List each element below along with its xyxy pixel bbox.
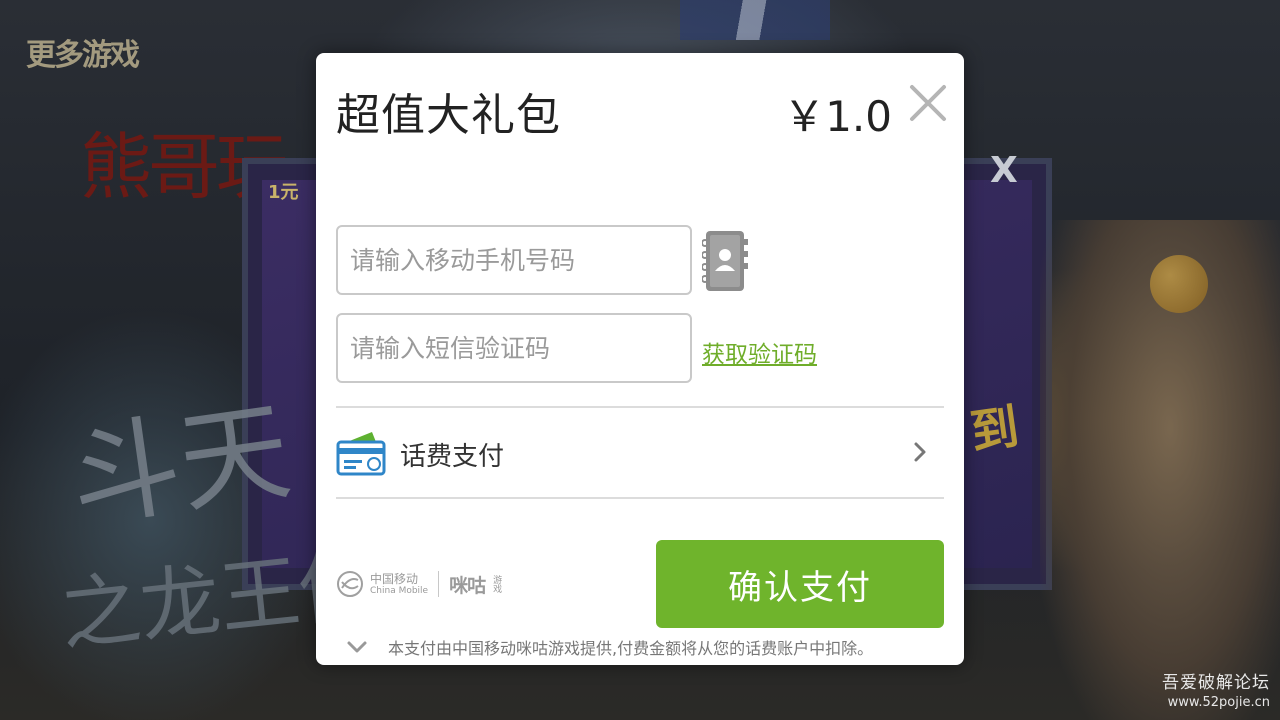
chevron-right-icon <box>912 438 930 466</box>
brand-logos: 中国移动 China Mobile 咪咕 游戏 <box>336 569 502 599</box>
background-decoration <box>680 0 830 40</box>
china-mobile-en: China Mobile <box>370 585 429 596</box>
phone-field[interactable] <box>336 225 692 295</box>
close-icon[interactable] <box>908 83 948 123</box>
contacts-book-icon[interactable] <box>701 229 750 293</box>
watermark: 吾爱破解论坛 www.52pojie.cn <box>1162 668 1270 710</box>
china-mobile-zh: 中国移动 <box>370 571 419 586</box>
get-code-link[interactable]: 获取验证码 <box>702 335 817 369</box>
background-panel-price: 1元 <box>268 182 299 203</box>
payment-method-label: 话费支付 <box>400 442 505 472</box>
china-mobile-text: 中国移动 China Mobile <box>370 573 428 596</box>
payment-disclaimer: 本支付由中国移动咪咕游戏提供,付费金额将从您的话费账户中扣除。 <box>388 639 874 658</box>
dialog-title: 超值大礼包 <box>336 90 561 141</box>
migu-logo-subtext: 游戏 <box>491 575 502 593</box>
more-games-button[interactable]: 更多游戏 <box>26 30 140 74</box>
background-logo-top: 斗天 <box>62 386 298 544</box>
background-banner-text: 到 <box>967 398 1023 462</box>
payment-method-row[interactable]: 话费支付 <box>336 408 944 497</box>
watermark-url: www.52pojie.cn <box>1167 695 1270 710</box>
payment-dialog: 超值大礼包 ￥1.0 获取验证码 <box>316 53 964 665</box>
dialog-price: ￥1.0 <box>783 92 892 141</box>
background-close-icon: X <box>990 150 1018 191</box>
brand-separator <box>438 571 440 597</box>
sms-code-field[interactable] <box>336 313 692 383</box>
sms-code-input[interactable] <box>338 315 690 381</box>
phone-bill-card-icon <box>336 428 386 478</box>
watermark-title: 吾爱破解论坛 <box>1162 673 1270 693</box>
divider <box>336 497 944 499</box>
chevron-down-icon[interactable] <box>346 639 368 653</box>
phone-input[interactable] <box>338 227 690 293</box>
background-ball <box>1150 255 1208 313</box>
china-mobile-logo-icon <box>336 570 364 598</box>
migu-logo: 咪咕 <box>449 574 486 597</box>
confirm-payment-button[interactable]: 确认支付 <box>656 540 944 628</box>
